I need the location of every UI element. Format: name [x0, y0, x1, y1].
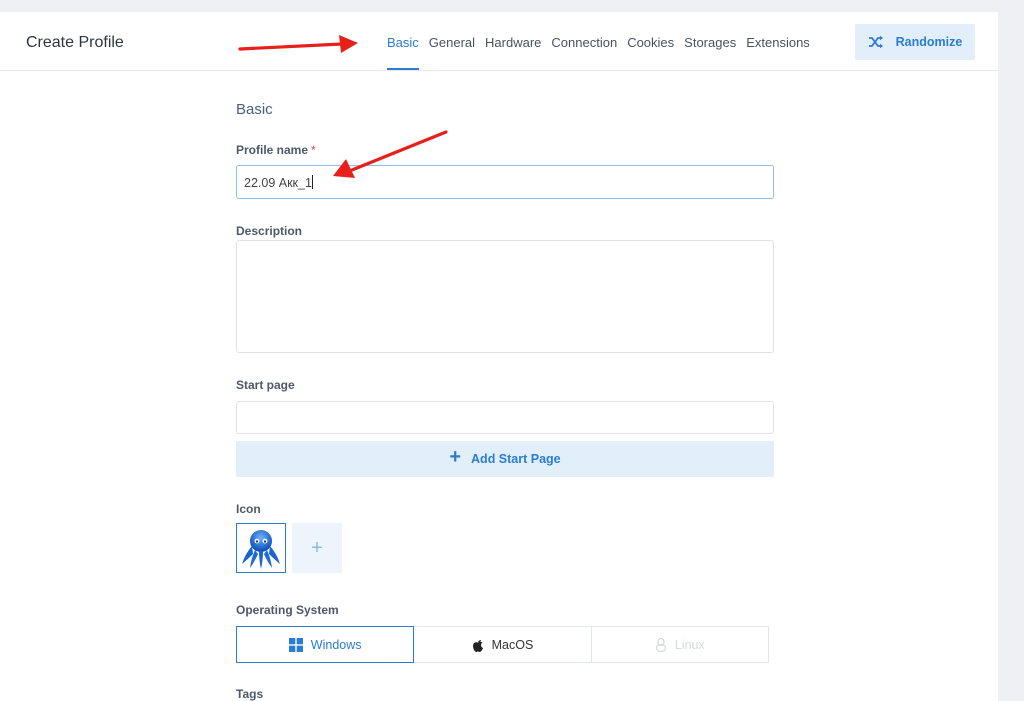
text-caret	[311, 175, 313, 189]
tab-storages[interactable]: Storages	[684, 12, 736, 70]
apple-icon	[472, 639, 483, 652]
profile-name-label: Profile name *	[236, 143, 316, 157]
os-selector: Windows MacOS Linux	[236, 626, 769, 663]
start-page-input[interactable]	[236, 401, 774, 434]
os-option-label: MacOS	[491, 637, 534, 652]
annotation-arrow-icon	[333, 130, 448, 178]
tab-hardware[interactable]: Hardware	[485, 12, 541, 70]
profile-name-input[interactable]: 22.09 Акк_1	[236, 165, 774, 199]
section-title: Basic	[236, 101, 273, 118]
tab-general[interactable]: General	[429, 12, 475, 70]
os-option-linux[interactable]: Linux	[591, 626, 769, 663]
linux-icon	[655, 637, 666, 652]
windows-icon	[288, 637, 303, 652]
start-page-label: Start page	[236, 378, 295, 392]
tab-cookies[interactable]: Cookies	[627, 12, 674, 70]
randomize-button[interactable]: Randomize	[855, 24, 975, 60]
add-start-page-button[interactable]: + Add Start Page	[236, 441, 774, 477]
tab-basic[interactable]: Basic	[387, 12, 419, 70]
tab-bar: Basic General Hardware Connection Cookie…	[387, 12, 820, 70]
icon-label: Icon	[236, 502, 261, 516]
profile-icon-thumbnail[interactable]	[236, 523, 286, 573]
os-option-macos[interactable]: MacOS	[414, 626, 592, 663]
add-icon-plus: +	[311, 536, 323, 559]
octopus-icon	[242, 530, 280, 569]
os-option-label: Windows	[310, 637, 362, 652]
os-label: Operating System	[236, 603, 339, 617]
add-start-page-label: Add Start Page	[471, 452, 561, 466]
required-mark: *	[311, 143, 316, 157]
tab-extensions[interactable]: Extensions	[746, 12, 810, 70]
profile-name-value: 22.09 Акк_1	[244, 176, 312, 190]
create-profile-panel: Create Profile Basic General Hardware Co…	[0, 12, 998, 701]
header: Create Profile Basic General Hardware Co…	[0, 12, 998, 71]
add-icon-button[interactable]: +	[292, 523, 342, 573]
shuffle-icon	[868, 35, 883, 49]
description-textarea[interactable]	[236, 240, 774, 353]
randomize-label: Randomize	[895, 35, 963, 49]
page-title: Create Profile	[26, 34, 124, 51]
annotation-arrow-icon	[238, 35, 358, 53]
plus-icon: +	[449, 446, 462, 468]
tags-label: Tags	[236, 687, 264, 701]
profile-name-label-text: Profile name	[236, 143, 309, 157]
tab-connection[interactable]: Connection	[551, 12, 617, 70]
description-label: Description	[236, 224, 303, 238]
os-option-windows[interactable]: Windows	[236, 626, 415, 663]
os-option-label: Linux	[674, 637, 705, 652]
